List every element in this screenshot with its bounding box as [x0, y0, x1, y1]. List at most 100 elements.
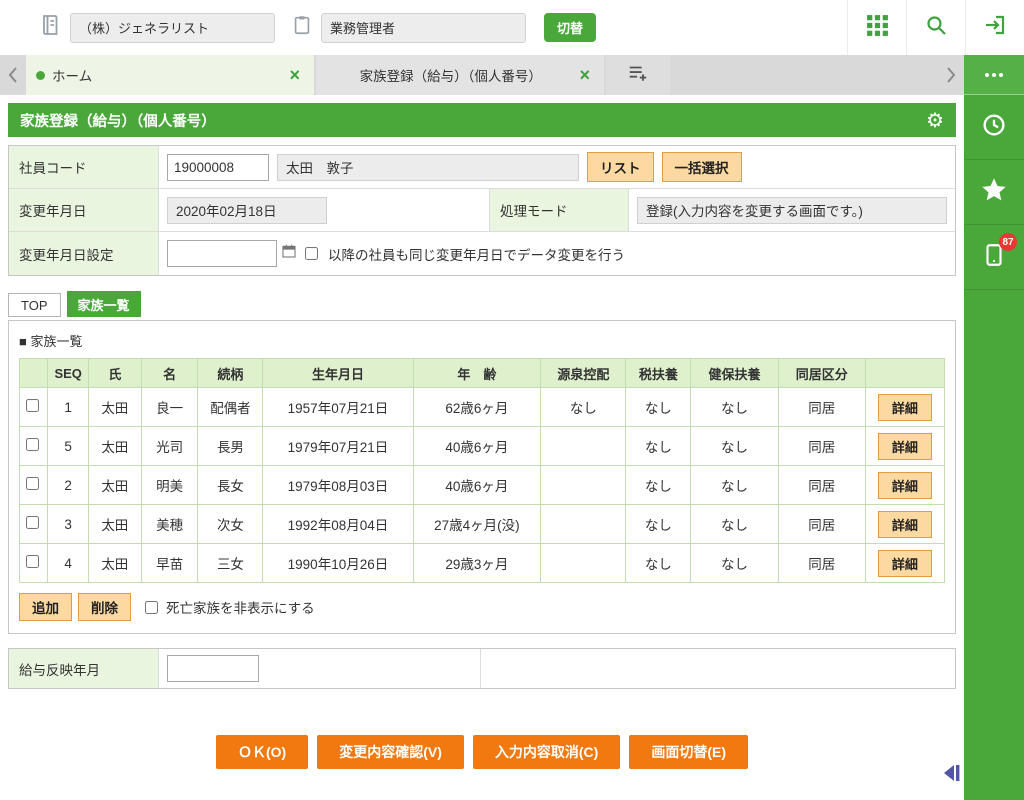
- column-header: 氏: [88, 359, 141, 388]
- tab-scroll-right-button[interactable]: [938, 55, 964, 95]
- role-input[interactable]: [321, 13, 526, 43]
- cell-first-name: 良一: [141, 388, 198, 427]
- collapse-panel-icon[interactable]: [940, 763, 962, 788]
- row-select-checkbox[interactable]: [26, 438, 39, 451]
- detail-button[interactable]: 詳細: [878, 433, 932, 460]
- employee-code-input[interactable]: [167, 154, 269, 181]
- cell-living-status: 同居: [778, 505, 865, 544]
- detail-button[interactable]: 詳細: [878, 394, 932, 421]
- salary-reflect-month-input[interactable]: [167, 655, 259, 682]
- cell-living-status: 同居: [778, 388, 865, 427]
- salary-reflect-label: 給与反映年月: [9, 649, 159, 688]
- app: 切替: [0, 0, 1024, 800]
- change-date-row: 変更年月日 2020年02月18日 処理モード 登録(入力内容を変更する画面です…: [9, 189, 955, 232]
- cell-first-name: 明美: [141, 466, 198, 505]
- switch-screen-button[interactable]: 画面切替(E): [629, 735, 748, 769]
- role-clipboard-icon: [291, 14, 313, 41]
- cell-living-status: 同居: [778, 544, 865, 583]
- change-date-setting-input[interactable]: [167, 240, 277, 267]
- change-date-content: 2020年02月18日: [159, 189, 489, 231]
- cell-age: 40歳6ヶ月: [413, 466, 541, 505]
- company-input[interactable]: [70, 13, 275, 43]
- sidebar-history-button[interactable]: [964, 95, 1024, 160]
- cell-first-name: 光司: [141, 427, 198, 466]
- row-select-checkbox[interactable]: [26, 555, 39, 568]
- column-header: 税扶養: [626, 359, 691, 388]
- detail-button[interactable]: 詳細: [878, 550, 932, 577]
- ellipsis-icon: [985, 73, 1003, 77]
- table-row: 2 太田 明美 長女 1979年08月03日 40歳6ヶ月 なし なし 同居: [20, 466, 945, 505]
- cell-withholding: なし: [541, 388, 626, 427]
- change-date-setting-label: 変更年月日設定: [9, 232, 159, 275]
- detail-button[interactable]: 詳細: [878, 472, 932, 499]
- tab-family-list[interactable]: 家族一覧: [67, 291, 141, 317]
- tab-home[interactable]: ホーム ×: [26, 55, 314, 95]
- tab-scroll-left-button[interactable]: [0, 55, 26, 95]
- new-tab-button[interactable]: [606, 55, 670, 95]
- logout-button[interactable]: [965, 0, 1024, 55]
- salary-reflect-content: [159, 649, 481, 688]
- ok-button[interactable]: ＯＫ(O): [216, 735, 308, 769]
- cell-relation: 長女: [198, 466, 263, 505]
- table-row: 4 太田 早苗 三女 1990年10月26日 29歳3ヶ月 なし なし 同居: [20, 544, 945, 583]
- cell-seq: 4: [48, 544, 89, 583]
- row-select-checkbox[interactable]: [26, 516, 39, 529]
- row-select-checkbox[interactable]: [26, 477, 39, 490]
- salary-reflect-empty-cell: [481, 649, 955, 688]
- salary-reflect-row: 給与反映年月: [8, 648, 956, 689]
- app-grid-button[interactable]: [847, 0, 906, 55]
- column-header: 健保扶養: [691, 359, 778, 388]
- tab-top[interactable]: TOP: [8, 293, 61, 317]
- close-icon[interactable]: ×: [575, 65, 594, 86]
- row-select-checkbox[interactable]: [26, 399, 39, 412]
- grid-icon: [865, 13, 890, 43]
- add-button[interactable]: 追加: [19, 593, 72, 621]
- detail-column-header: [865, 359, 944, 388]
- cancel-input-button[interactable]: 入力内容取消(C): [473, 735, 620, 769]
- logout-icon: [983, 13, 1007, 42]
- column-header: 同居区分: [778, 359, 865, 388]
- sidebar-notifications-button[interactable]: 87: [964, 225, 1024, 290]
- sidebar-more-button[interactable]: [964, 55, 1024, 95]
- confirm-changes-button[interactable]: 変更内容確認(V): [317, 735, 464, 769]
- notification-badge: 87: [999, 233, 1017, 251]
- page-title-bar: 家族登録（給与）（個人番号） ⚙: [8, 103, 956, 137]
- sidebar-favorites-button[interactable]: [964, 160, 1024, 225]
- page-title: 家族登録（給与）（個人番号）: [20, 110, 216, 131]
- tab-family-registration[interactable]: 家族登録（給与）（個人番号） ×: [316, 55, 604, 95]
- search-button[interactable]: [906, 0, 965, 55]
- cell-health-dependent: なし: [691, 388, 778, 427]
- hide-deceased-checkbox[interactable]: [145, 601, 158, 614]
- cell-living-status: 同居: [778, 466, 865, 505]
- table-row: 3 太田 美穂 次女 1992年08月04日 27歳4ヶ月(没) なし なし 同…: [20, 505, 945, 544]
- switch-button[interactable]: 切替: [544, 13, 596, 42]
- tab-home-label: ホーム: [52, 65, 285, 85]
- close-icon[interactable]: ×: [285, 65, 304, 86]
- cell-relation: 長男: [198, 427, 263, 466]
- bulk-select-button[interactable]: 一括選択: [662, 152, 742, 182]
- apply-following-checkbox[interactable]: [305, 247, 318, 260]
- calendar-icon[interactable]: [281, 243, 297, 264]
- cell-tax-dependent: なし: [626, 388, 691, 427]
- list-button[interactable]: リスト: [587, 152, 654, 182]
- employee-code-content: 太田 敦子 リスト 一括選択: [159, 146, 955, 188]
- cell-health-dependent: なし: [691, 505, 778, 544]
- change-date-value: 2020年02月18日: [167, 197, 327, 224]
- cell-age: 62歳6ヶ月: [413, 388, 541, 427]
- table-row: 1 太田 良一 配偶者 1957年07月21日 62歳6ヶ月 なし なし なし …: [20, 388, 945, 427]
- gear-icon[interactable]: ⚙: [926, 108, 944, 132]
- column-header: 名: [141, 359, 198, 388]
- column-header: 源泉控配: [541, 359, 626, 388]
- main-content: 家族登録（給与）（個人番号） ⚙ 社員コード 太田 敦子 リスト 一括選択: [0, 95, 964, 800]
- cell-birth-date: 1979年07月21日: [263, 427, 413, 466]
- cell-health-dependent: なし: [691, 427, 778, 466]
- detail-button[interactable]: 詳細: [878, 511, 932, 538]
- cell-withholding: [541, 427, 626, 466]
- delete-button[interactable]: 削除: [78, 593, 131, 621]
- cell-first-name: 美穂: [141, 505, 198, 544]
- cell-last-name: 太田: [88, 466, 141, 505]
- cell-tax-dependent: なし: [626, 505, 691, 544]
- cell-last-name: 太田: [88, 544, 141, 583]
- organization-icon: [38, 13, 62, 42]
- cell-age: 29歳3ヶ月: [413, 544, 541, 583]
